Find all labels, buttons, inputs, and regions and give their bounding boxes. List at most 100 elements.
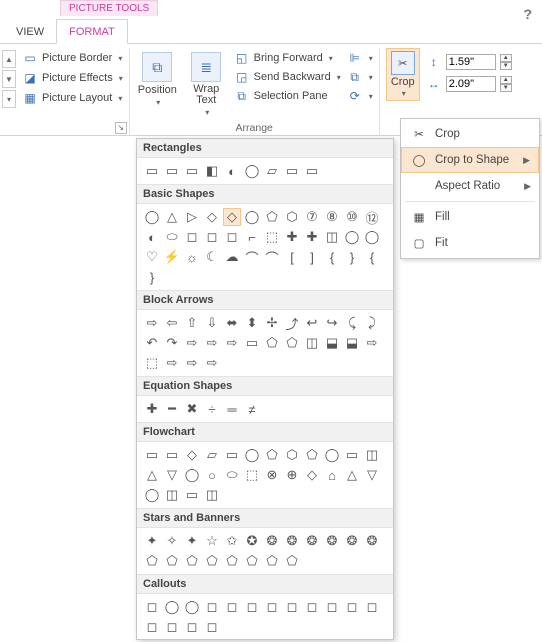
shape-item[interactable]: ◻: [363, 598, 381, 616]
shape-item[interactable]: ▭: [163, 446, 181, 464]
shape-item[interactable]: ◇: [183, 446, 201, 464]
shape-item[interactable]: ◯: [363, 228, 381, 246]
shape-item[interactable]: ⬠: [263, 334, 281, 352]
shape-item[interactable]: ⇨: [143, 314, 161, 332]
shape-item[interactable]: ⇧: [183, 314, 201, 332]
menu-crop-to-shape[interactable]: ◯ Crop to Shape ▶: [401, 147, 539, 173]
tab-view[interactable]: VIEW: [4, 20, 56, 43]
shape-item[interactable]: ◯: [243, 162, 261, 180]
shape-item[interactable]: ▭: [303, 162, 321, 180]
shape-item[interactable]: ✚: [143, 400, 161, 418]
shape-item[interactable]: ⬠: [283, 552, 301, 570]
shape-item[interactable]: [203, 268, 221, 286]
wrap-text-button[interactable]: ≣ Wrap Text ▾: [185, 50, 228, 119]
shape-item[interactable]: △: [343, 466, 361, 484]
shape-item[interactable]: ◯: [163, 598, 181, 616]
shape-item[interactable]: ◻: [283, 598, 301, 616]
height-input[interactable]: [446, 54, 496, 70]
shape-item[interactable]: ⊕: [283, 466, 301, 484]
shape-item[interactable]: ◫: [323, 228, 341, 246]
shape-item[interactable]: ⤴: [283, 314, 301, 332]
height-spinner[interactable]: ↕ ▲▼: [426, 54, 512, 70]
dialog-launcher-styles[interactable]: ↘: [115, 122, 127, 134]
shape-item[interactable]: ◐: [143, 228, 161, 246]
shape-item[interactable]: ◯: [243, 208, 261, 226]
picture-effects-button[interactable]: ◪ Picture Effects ▾: [22, 70, 123, 86]
shape-item[interactable]: ⇨: [183, 334, 201, 352]
shape-item[interactable]: ⤹: [343, 314, 361, 332]
shape-item[interactable]: ↩: [303, 314, 321, 332]
shape-item[interactable]: ◻: [223, 228, 241, 246]
shape-item[interactable]: ↪: [323, 314, 341, 332]
shape-item[interactable]: [243, 268, 261, 286]
shape-item[interactable]: ↶: [143, 334, 161, 352]
shape-item[interactable]: ◻: [203, 228, 221, 246]
shape-item[interactable]: ⊗: [263, 466, 281, 484]
shape-item[interactable]: ⇩: [203, 314, 221, 332]
shape-item[interactable]: }: [143, 268, 161, 286]
spin-up[interactable]: ▲: [500, 76, 512, 84]
shape-item[interactable]: ◻: [303, 598, 321, 616]
shape-item[interactable]: ⌐: [243, 228, 261, 246]
shape-item[interactable]: ⬠: [263, 208, 281, 226]
shape-item[interactable]: ⌒: [243, 248, 261, 266]
shape-item[interactable]: ⬭: [223, 466, 241, 484]
shape-item[interactable]: ⤸: [363, 314, 381, 332]
shape-item[interactable]: ◯: [323, 446, 341, 464]
shape-item[interactable]: ☁: [223, 248, 241, 266]
shape-item[interactable]: ⬚: [243, 466, 261, 484]
shape-item[interactable]: ⬓: [323, 334, 341, 352]
shape-item[interactable]: ◧: [203, 162, 221, 180]
shape-item[interactable]: ◻: [243, 598, 261, 616]
shape-item[interactable]: ⇨: [163, 354, 181, 372]
shape-item[interactable]: ◇: [203, 208, 221, 226]
shape-item[interactable]: ⌒: [263, 248, 281, 266]
shape-item[interactable]: ↷: [163, 334, 181, 352]
shape-item[interactable]: ✩: [223, 532, 241, 550]
shape-item[interactable]: ◇: [223, 208, 241, 226]
shape-item[interactable]: ❂: [303, 532, 321, 550]
help-button[interactable]: ?: [523, 6, 532, 22]
shape-item[interactable]: △: [143, 466, 161, 484]
shape-item[interactable]: ⑫: [363, 208, 381, 226]
menu-aspect-ratio[interactable]: Aspect Ratio ▶: [401, 173, 539, 199]
shape-item[interactable]: ═: [223, 400, 241, 418]
shape-item[interactable]: ○: [203, 466, 221, 484]
shape-item[interactable]: ÷: [203, 400, 221, 418]
shape-item[interactable]: ▽: [363, 466, 381, 484]
shape-item[interactable]: ▭: [183, 486, 201, 504]
shape-item[interactable]: ⬠: [263, 446, 281, 464]
shape-item[interactable]: ⑩: [343, 208, 361, 226]
shape-item[interactable]: ⌂: [323, 466, 341, 484]
shape-item[interactable]: ▭: [183, 162, 201, 180]
shape-item[interactable]: ◯: [183, 598, 201, 616]
shape-item[interactable]: ◻: [203, 618, 221, 636]
shape-item[interactable]: ☆: [203, 532, 221, 550]
shape-item[interactable]: ☼: [183, 248, 201, 266]
menu-fill[interactable]: ▦ Fill: [401, 204, 539, 230]
shape-item[interactable]: ✢: [263, 314, 281, 332]
shape-item[interactable]: ◻: [143, 598, 161, 616]
shape-item[interactable]: ⬠: [223, 552, 241, 570]
shape-item[interactable]: ≠: [243, 400, 261, 418]
shape-item[interactable]: ◫: [163, 486, 181, 504]
shape-item[interactable]: ⇦: [163, 314, 181, 332]
shape-item[interactable]: ◻: [183, 228, 201, 246]
shape-item[interactable]: ❂: [343, 532, 361, 550]
menu-crop[interactable]: ✂ Crop: [401, 121, 539, 147]
shape-item[interactable]: ▽: [163, 466, 181, 484]
shape-item[interactable]: ✧: [163, 532, 181, 550]
shape-item[interactable]: ◯: [243, 446, 261, 464]
crop-button[interactable]: ✂ Crop ▾: [386, 48, 420, 101]
shape-item[interactable]: ◻: [343, 598, 361, 616]
shape-item[interactable]: ▱: [203, 446, 221, 464]
shape-item[interactable]: ◐: [223, 162, 241, 180]
shape-item[interactable]: [163, 268, 181, 286]
shape-item[interactable]: ▭: [343, 446, 361, 464]
spin-down[interactable]: ▼: [500, 62, 512, 70]
shape-item[interactable]: ⚡: [163, 248, 181, 266]
shape-item[interactable]: ☾: [203, 248, 221, 266]
bring-forward-button[interactable]: ◱ Bring Forward ▾: [234, 50, 341, 66]
shape-item[interactable]: ⇨: [183, 354, 201, 372]
shape-item[interactable]: ⬭: [163, 228, 181, 246]
